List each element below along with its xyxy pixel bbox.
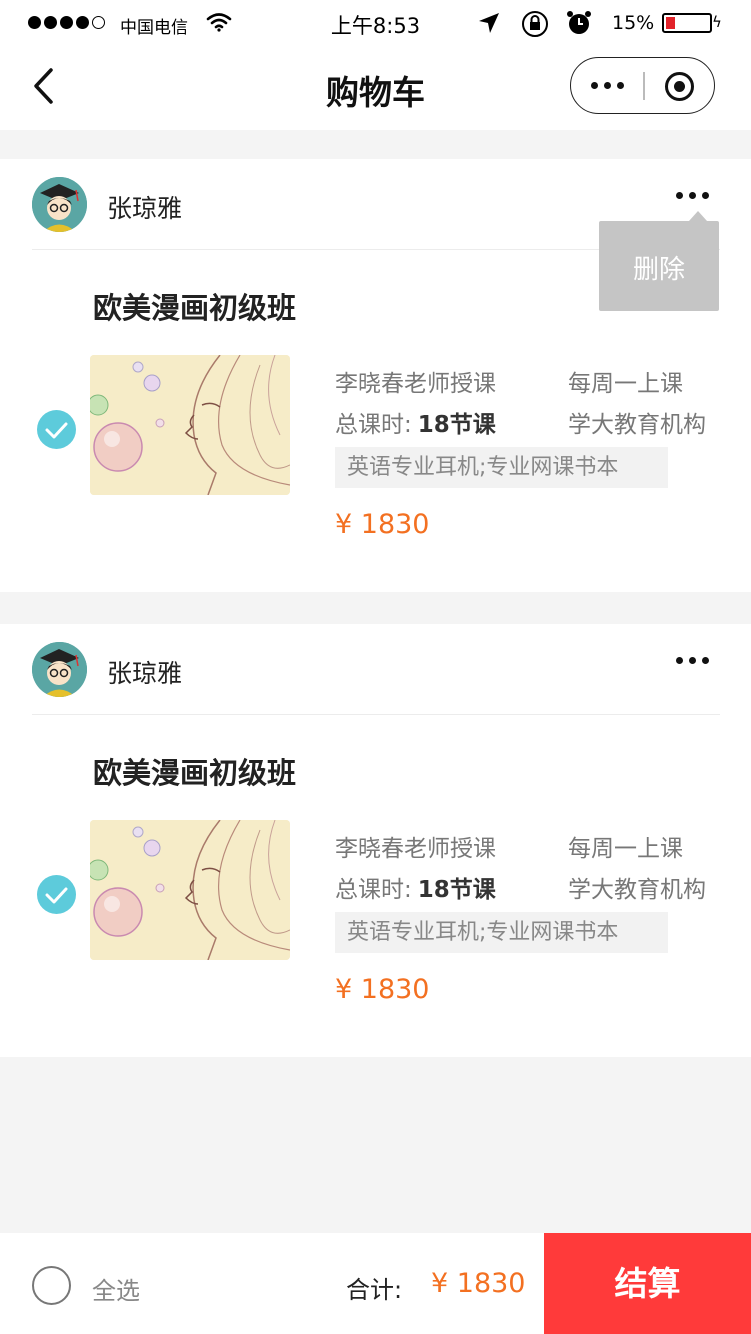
checkout-bar: 全选 合计: ¥ 1830 结算 — [0, 1233, 751, 1334]
checkmark-icon — [45, 887, 68, 904]
hours-label: 总课时: — [335, 877, 412, 903]
hours-value: 18节课 — [417, 877, 496, 903]
status-bar: 中国电信 上午8:53 15% ϟ — [0, 0, 751, 46]
more-menu-button[interactable] — [591, 82, 624, 89]
select-all-label[interactable]: 全选 — [92, 1271, 140, 1306]
battery-percent: 15% — [612, 12, 655, 34]
total-price: ¥ 1830 — [431, 1268, 526, 1299]
course-thumbnail[interactable] — [90, 355, 290, 495]
miniprogram-capsule — [570, 57, 715, 114]
delete-button[interactable]: 删除 — [599, 249, 719, 286]
course-title[interactable]: 欧美漫画初级班 — [93, 285, 296, 327]
teacher-text: 李晓春老师授课 — [335, 371, 496, 397]
schedule-text: 每周一上课 — [568, 371, 683, 397]
institution-text: 学大教育机构 — [568, 412, 706, 438]
course-title[interactable]: 欧美漫画初级班 — [93, 750, 296, 792]
capsule-divider — [643, 72, 645, 100]
delete-popup[interactable]: 删除 — [599, 211, 719, 311]
item-checkbox[interactable] — [37, 410, 76, 449]
seller-avatar — [32, 177, 87, 232]
alarm-clock-icon — [566, 10, 592, 40]
hours-line: 总课时: 18节课 — [335, 870, 496, 904]
battery-icon — [662, 13, 712, 33]
close-miniprogram-button[interactable] — [665, 72, 694, 101]
checkout-button[interactable]: 结算 — [544, 1233, 751, 1334]
schedule-text: 每周一上课 — [568, 836, 683, 862]
rotation-lock-icon — [520, 9, 550, 43]
charging-bolt-icon: ϟ — [712, 13, 722, 31]
seller-name: 张琼雅 — [107, 659, 183, 688]
item-price: ¥ 1830 — [335, 509, 430, 540]
location-arrow-icon — [478, 12, 500, 38]
included-items-tag: 英语专业耳机;专业网课书本 — [335, 912, 668, 953]
teacher-text: 李晓春老师授课 — [335, 836, 496, 862]
hours-value: 18节课 — [417, 412, 496, 438]
seller-name: 张琼雅 — [107, 194, 183, 223]
item-price: ¥ 1830 — [335, 974, 430, 1005]
course-thumbnail[interactable] — [90, 820, 290, 960]
total-label: 合计: — [346, 1276, 403, 1304]
item-more-button[interactable] — [676, 185, 720, 205]
item-checkbox[interactable] — [37, 875, 76, 914]
nav-bar: 购物车 — [0, 46, 751, 130]
cart-item-card: 张琼雅 欧美漫画初级班 李晓春老师授课 每周一上课 总课时: 18节课 学大教育… — [0, 624, 751, 1057]
hours-label: 总课时: — [335, 412, 412, 438]
seller-row: 张琼雅 — [0, 624, 751, 714]
divider — [32, 714, 720, 715]
checkmark-icon — [45, 422, 68, 439]
item-more-button[interactable] — [676, 650, 720, 670]
hours-line: 总课时: 18节课 — [335, 405, 496, 439]
select-all-checkbox[interactable] — [32, 1266, 71, 1305]
institution-text: 学大教育机构 — [568, 877, 706, 903]
seller-avatar — [32, 642, 87, 697]
included-items-tag: 英语专业耳机;专业网课书本 — [335, 447, 668, 488]
